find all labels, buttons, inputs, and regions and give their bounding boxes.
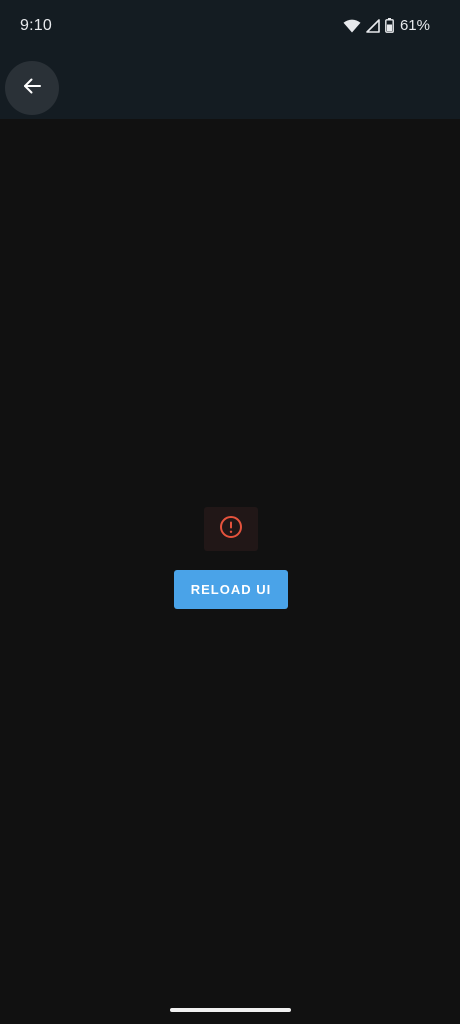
status-icons: 61%	[343, 17, 430, 34]
top-app-bar: 9:10 61%	[0, 0, 460, 119]
error-indicator	[204, 507, 258, 551]
battery-percentage: 61%	[399, 17, 430, 34]
arrow-left-icon	[22, 76, 42, 101]
error-circle-icon	[219, 515, 243, 544]
home-indicator[interactable]	[170, 1008, 291, 1012]
back-button[interactable]	[5, 61, 59, 115]
wifi-icon	[343, 19, 361, 33]
app-screen: 9:10 61% RELOAD UI	[0, 0, 460, 1024]
reload-ui-button[interactable]: RELOAD UI	[174, 570, 288, 609]
status-bar: 9:10 61%	[0, 0, 460, 56]
cell-signal-icon	[366, 18, 380, 33]
status-time: 9:10	[20, 17, 52, 34]
battery-icon	[385, 18, 394, 33]
